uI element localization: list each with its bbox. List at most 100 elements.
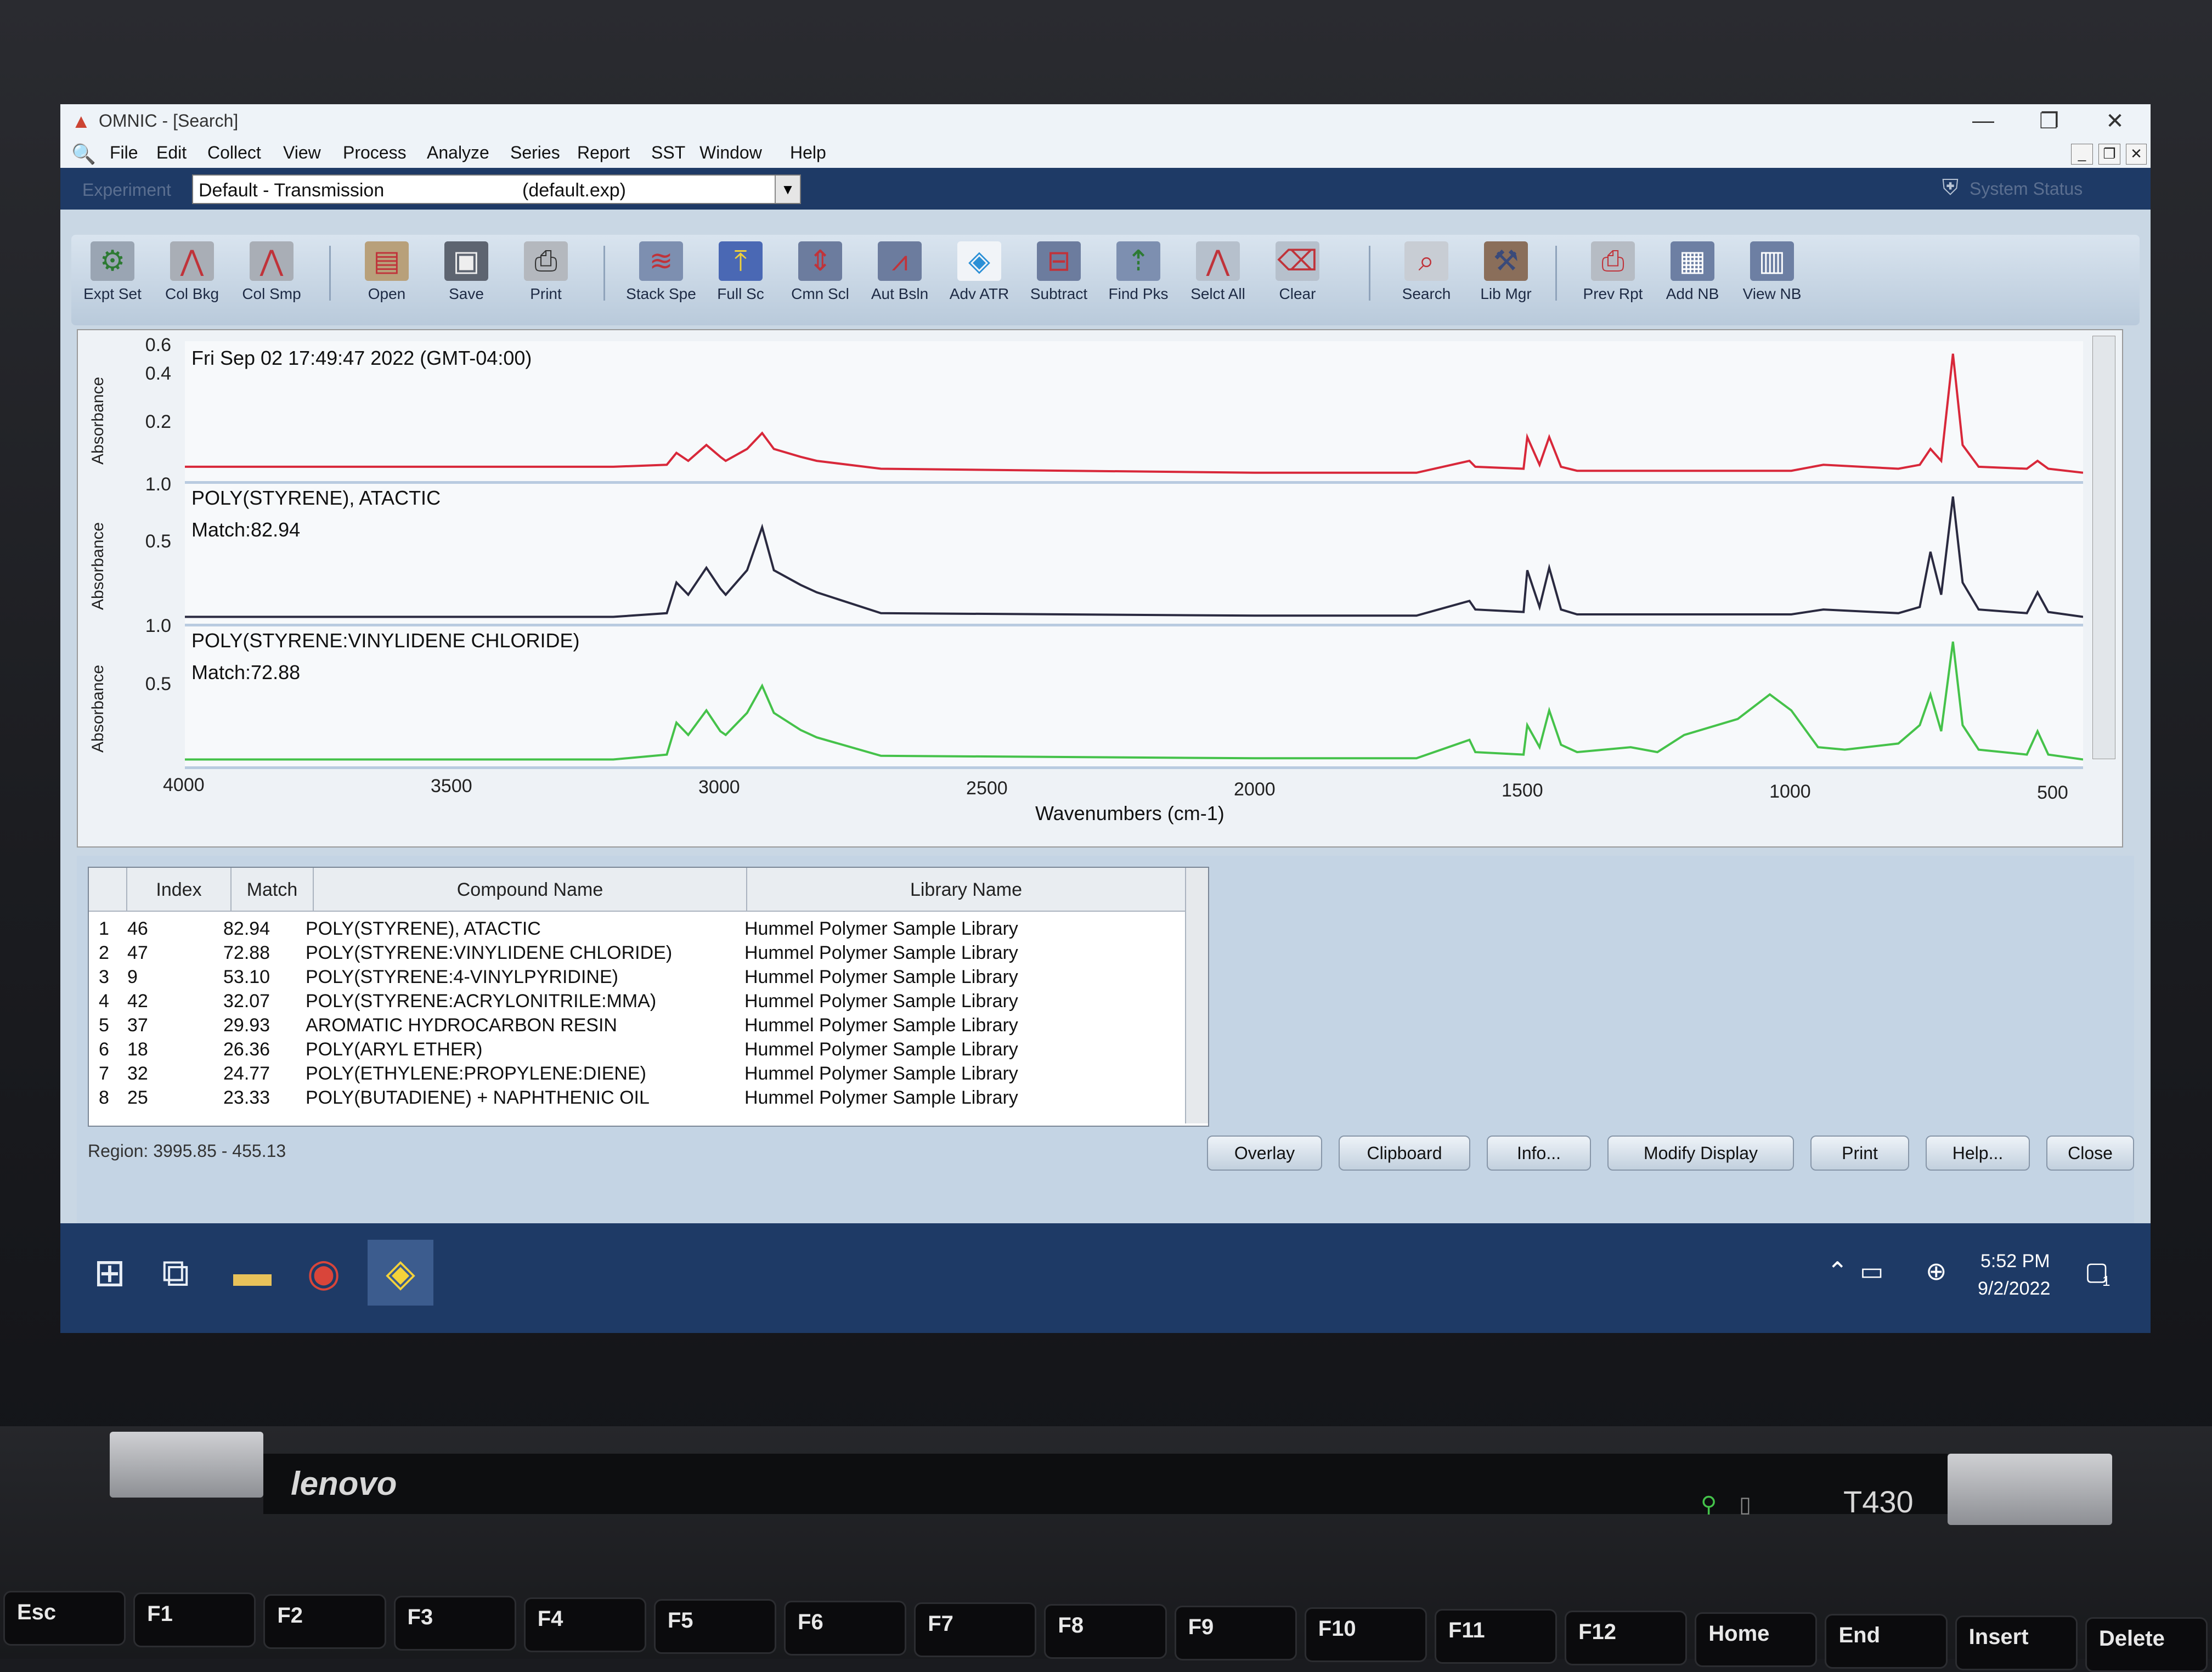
column-header-index[interactable]: Index bbox=[127, 868, 232, 912]
y-tick-label: 1.0 bbox=[145, 615, 171, 636]
column-header-library-name[interactable]: Library Name bbox=[747, 868, 1186, 912]
table-row[interactable]: 1 46 82.94 POLY(STYRENE), ATACTIC Hummel Pol… bbox=[89, 917, 1186, 941]
key-insert: Insert bbox=[1955, 1615, 2078, 1670]
print-button[interactable]: ⎙ Print bbox=[510, 241, 582, 321]
menu-help[interactable]: Help bbox=[790, 143, 826, 163]
add-notebook-button[interactable]: ▦ Add NB bbox=[1657, 241, 1728, 321]
key-f10: F10 bbox=[1304, 1607, 1427, 1662]
clear-button[interactable]: ⌫ Clear bbox=[1262, 241, 1333, 321]
mdi-close-button[interactable]: ✕ bbox=[2126, 144, 2147, 165]
clock-time[interactable]: 5:52 PM bbox=[1980, 1251, 2050, 1272]
omnic-taskbar-icon[interactable]: ◈ bbox=[368, 1240, 433, 1306]
mdi-restore-button[interactable]: ❐ bbox=[2098, 144, 2120, 165]
clipboard-button[interactable]: Clipboard bbox=[1339, 1136, 1470, 1171]
open-button[interactable]: ▤ Open bbox=[351, 241, 422, 321]
search-results-pane: Index Match Compound Name Library Name 1… bbox=[77, 856, 2134, 1240]
windows-start-icon[interactable]: ⊞ bbox=[77, 1240, 143, 1306]
key-f11: F11 bbox=[1434, 1609, 1558, 1664]
spectrum-scrollbar[interactable] bbox=[2092, 336, 2115, 759]
menu-process[interactable]: Process bbox=[343, 143, 407, 163]
view-notebook-icon: ▥ bbox=[1750, 241, 1794, 281]
restore-button[interactable]: ❐ bbox=[2030, 109, 2068, 134]
menu-view[interactable]: View bbox=[283, 143, 321, 163]
auto-baseline-button[interactable]: ⩘ Aut Bsln bbox=[864, 241, 935, 321]
match-2-compound-name: POLY(STYRENE:VINYLIDENE CHLORIDE) bbox=[191, 629, 580, 652]
table-cell-index: 25 bbox=[127, 1087, 148, 1108]
common-scale-button[interactable]: ⇕ Cmn Scl bbox=[785, 241, 856, 321]
spectrum-panel-match-1[interactable]: POLY(STYRENE), ATACTIC Match:82.94 bbox=[185, 484, 2084, 626]
table-cell-n: 2 bbox=[99, 942, 109, 963]
library-manager-button[interactable]: ⚒ Lib Mgr bbox=[1470, 241, 1542, 321]
find-peaks-icon: ⇡ bbox=[1116, 241, 1160, 281]
search-button[interactable]: ⌕ Search bbox=[1391, 241, 1462, 321]
minimize-button[interactable]: — bbox=[1964, 109, 2002, 133]
experiment-bar: Experiment Default - Transmission (defau… bbox=[60, 168, 2151, 210]
close-button[interactable]: Close bbox=[2046, 1136, 2134, 1171]
chevron-up-icon[interactable]: ⌃ bbox=[1827, 1256, 1848, 1286]
table-cell-index: 46 bbox=[127, 918, 148, 939]
toolbar-separator bbox=[1369, 246, 1370, 301]
table-row[interactable]: 5 37 29.93 AROMATIC HYDROCARBON RESIN Hummel… bbox=[89, 1014, 1186, 1038]
info-button[interactable]: Info... bbox=[1487, 1136, 1591, 1171]
table-row[interactable]: 8 25 23.33 POLY(BUTADIENE) + NAPHTHENIC OIL… bbox=[89, 1086, 1186, 1110]
expt-set-icon: ⚙ bbox=[91, 241, 134, 281]
menu-window[interactable]: Window bbox=[699, 143, 762, 163]
help-button[interactable]: Help... bbox=[1926, 1136, 2030, 1171]
full-scale-button[interactable]: ⤒ Full Sc bbox=[705, 241, 776, 321]
key-f8: F8 bbox=[1044, 1604, 1167, 1659]
search-results-table[interactable]: Index Match Compound Name Library Name 1… bbox=[88, 867, 1209, 1127]
overlay-button[interactable]: Overlay bbox=[1207, 1136, 1322, 1171]
table-cell-index: 18 bbox=[127, 1039, 148, 1060]
close-window-button[interactable]: ✕ bbox=[2096, 109, 2134, 134]
x-tick-label: 3000 bbox=[698, 777, 740, 798]
print-results-button[interactable]: Print bbox=[1810, 1136, 1909, 1171]
clock-date[interactable]: 9/2/2022 bbox=[1978, 1278, 2050, 1300]
task-view-icon[interactable]: ⧉ bbox=[143, 1240, 208, 1306]
column-header-compound-name[interactable]: Compound Name bbox=[314, 868, 747, 912]
open-icon: ▤ bbox=[365, 241, 409, 281]
menu-report[interactable]: Report bbox=[577, 143, 630, 163]
chrome-icon[interactable]: ◉ bbox=[291, 1240, 357, 1306]
stack-spectra-button[interactable]: ≋ Stack Spe bbox=[625, 241, 697, 321]
spectrum-panel-match-2[interactable]: POLY(STYRENE:VINYLIDENE CHLORIDE) Match:… bbox=[185, 626, 2084, 769]
table-cell-index: 42 bbox=[127, 991, 148, 1012]
table-cell-library: Hummel Polymer Sample Library bbox=[744, 1015, 1018, 1036]
battery-icon[interactable]: ▭ bbox=[1860, 1256, 1883, 1286]
mdi-minimize-button[interactable]: _ bbox=[2071, 144, 2093, 165]
menu-series[interactable]: Series bbox=[510, 143, 560, 163]
select-all-button[interactable]: ⋀ Selct All bbox=[1182, 241, 1254, 321]
col-smp-button[interactable]: ⋀ Col Smp bbox=[236, 241, 307, 321]
expt-set-button[interactable]: ⚙ Expt Set bbox=[77, 241, 148, 321]
menu-edit[interactable]: Edit bbox=[156, 143, 187, 163]
menu-collect[interactable]: Collect bbox=[207, 143, 261, 163]
table-row[interactable]: 2 47 72.88 POLY(STYRENE:VINYLIDENE CHLORIDE… bbox=[89, 941, 1186, 965]
results-scrollbar[interactable] bbox=[1185, 868, 1208, 1123]
subtract-button[interactable]: ⊟ Subtract bbox=[1023, 241, 1094, 321]
col-bkg-button[interactable]: ⋀ Col Bkg bbox=[156, 241, 228, 321]
table-row[interactable]: 3 9 53.10 POLY(STYRENE:4-VINYLPYRIDINE) Humm… bbox=[89, 965, 1186, 990]
find-peaks-button[interactable]: ⇡ Find Pks bbox=[1103, 241, 1174, 321]
menu-analyze[interactable]: Analyze bbox=[427, 143, 489, 163]
spectrum-panel-sample[interactable]: Fri Sep 02 17:49:47 2022 (GMT-04:00) bbox=[185, 341, 2084, 484]
table-row[interactable]: 7 32 24.77 POLY(ETHYLENE:PROPYLENE:DIENE) Hu… bbox=[89, 1062, 1186, 1086]
menu-file[interactable]: File bbox=[110, 143, 138, 163]
file-explorer-icon[interactable]: ▬ bbox=[219, 1240, 285, 1306]
save-button[interactable]: ▣ Save bbox=[431, 241, 502, 321]
experiment-select[interactable]: Default - Transmission (default.exp) ▼ bbox=[192, 174, 801, 204]
preview-report-button[interactable]: ⎙ Prev Rpt bbox=[1577, 241, 1649, 321]
adv-atr-button[interactable]: ◈ Adv ATR bbox=[944, 241, 1015, 321]
globe-icon[interactable]: ⊕ bbox=[1926, 1256, 1947, 1286]
table-cell-index: 9 bbox=[127, 967, 138, 987]
chevron-down-icon[interactable]: ▼ bbox=[775, 176, 800, 203]
column-header-match[interactable]: Match bbox=[232, 868, 314, 912]
modify-display-button[interactable]: Modify Display bbox=[1607, 1136, 1794, 1171]
experiment-label: Experiment bbox=[82, 180, 171, 200]
view-notebook-button[interactable]: ▥ View NB bbox=[1736, 241, 1808, 321]
toolbar-separator bbox=[329, 246, 331, 301]
menu-sst[interactable]: SST bbox=[651, 143, 685, 163]
table-cell-n: 5 bbox=[99, 1015, 109, 1036]
match-2-score: Match:72.88 bbox=[191, 661, 301, 684]
system-status-label[interactable]: System Status bbox=[1970, 179, 2083, 199]
table-row[interactable]: 6 18 26.36 POLY(ARYL ETHER) Hummel Polymer S… bbox=[89, 1038, 1186, 1062]
table-row[interactable]: 4 42 32.07 POLY(STYRENE:ACRYLONITRILE:MMA) H… bbox=[89, 990, 1186, 1014]
